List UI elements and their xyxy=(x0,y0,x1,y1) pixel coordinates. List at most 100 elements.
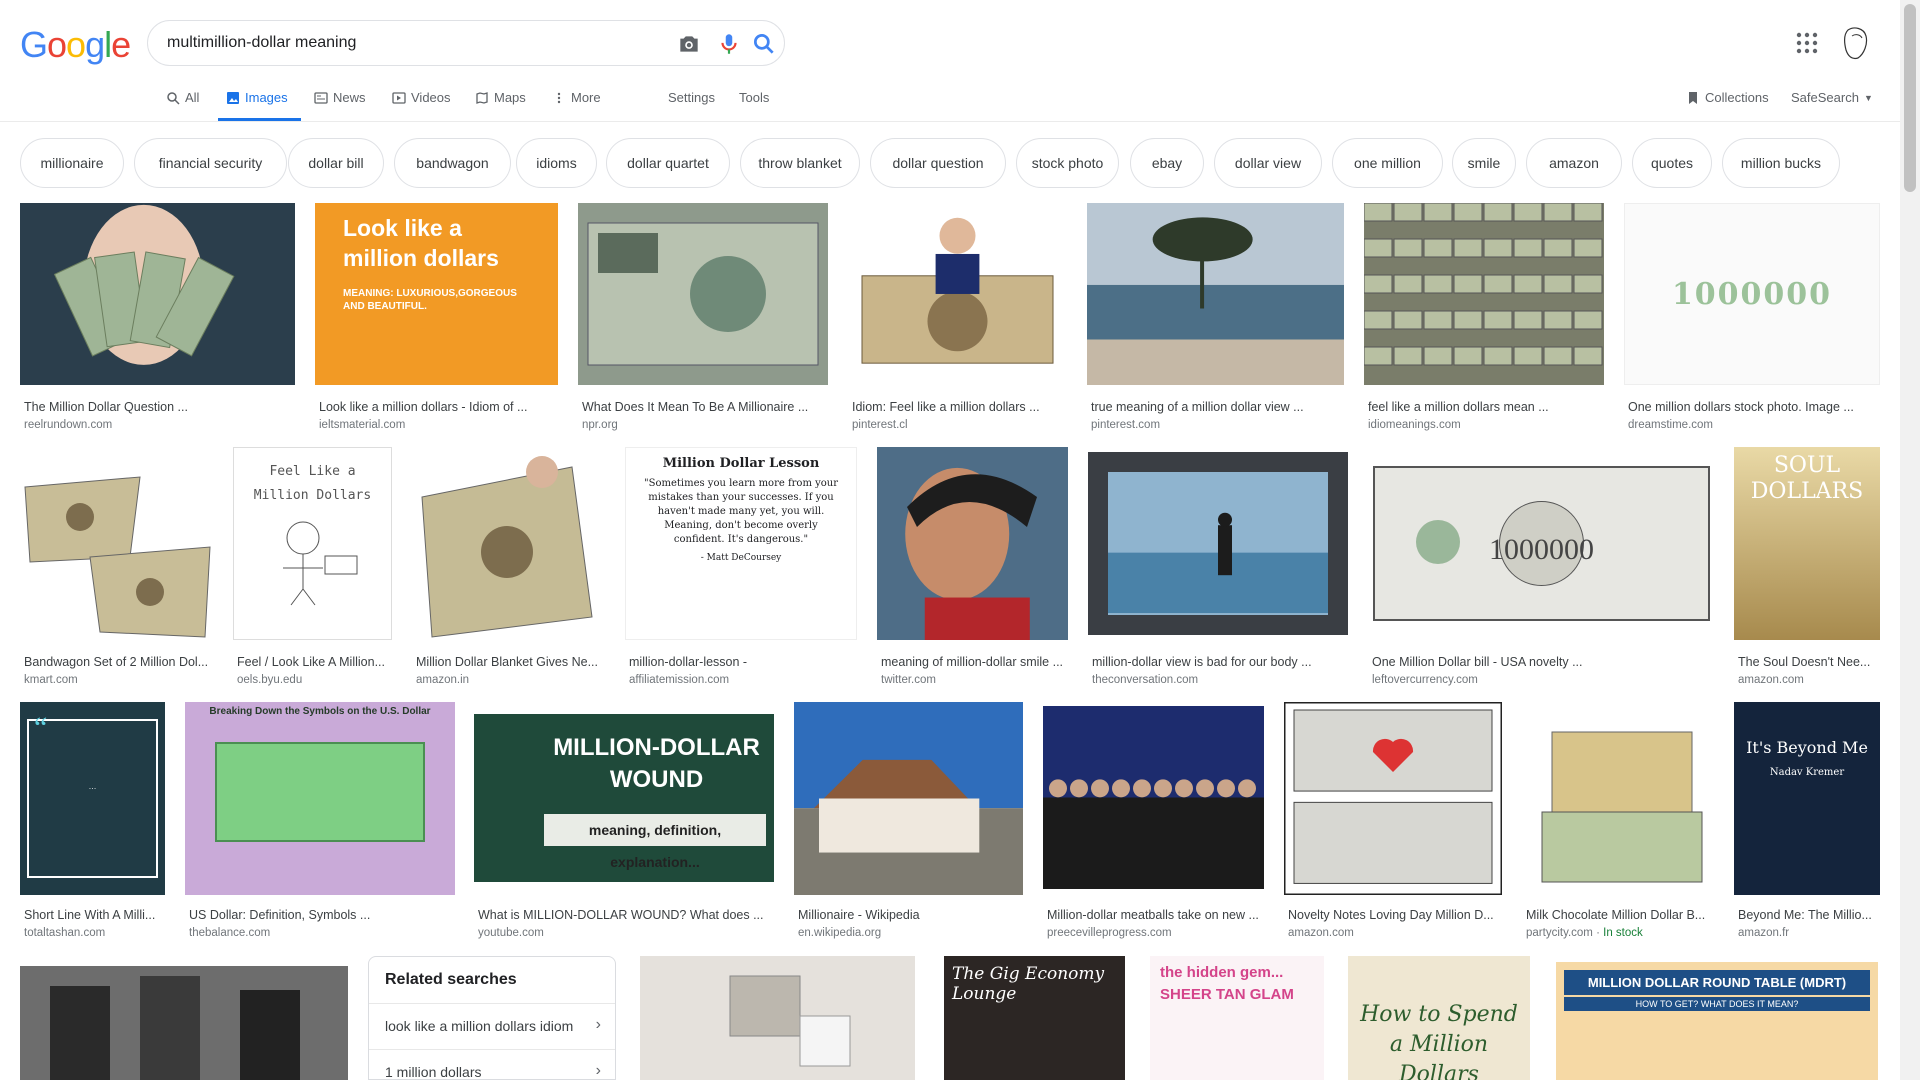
result-caption[interactable]: Million Dollar Blanket Gives Ne... xyxy=(416,655,605,669)
result-thumbnail[interactable]: Feel Like a Million Dollars xyxy=(233,447,392,640)
filter-chip-smile[interactable]: smile xyxy=(1452,138,1516,188)
related-search-item[interactable]: 1 million dollars › xyxy=(369,1049,615,1080)
result-thumbnail[interactable]: Look like a million dollars MEANING: LUXU… xyxy=(315,203,558,385)
filter-chip-dollar-quartet[interactable]: dollar quartet xyxy=(606,138,730,188)
result-thumbnail[interactable] xyxy=(640,956,915,1080)
result-thumbnail[interactable]: MILLION-DOLLAR WOUND meaning, definition,… xyxy=(474,714,774,882)
result-caption[interactable]: Milk Chocolate Million Dollar B... xyxy=(1526,908,1714,922)
result-thumbnail[interactable]: 1000000 xyxy=(1624,203,1880,385)
image-result[interactable]: How to Spend a Million Dollars xyxy=(1348,956,1530,1080)
result-thumbnail[interactable] xyxy=(877,447,1068,640)
result-source: totaltashan.com xyxy=(24,927,106,939)
image-result[interactable]: the hidden gem... SHEER TAN GLAM xyxy=(1150,956,1324,1080)
tab-maps[interactable]: Maps xyxy=(475,90,526,105)
result-thumbnail[interactable] xyxy=(20,203,295,385)
tab-all[interactable]: All xyxy=(166,90,199,105)
result-thumbnail[interactable]: … “ xyxy=(20,702,165,895)
result-thumbnail[interactable] xyxy=(578,203,828,385)
result-caption[interactable]: Look like a million dollars - Idiom of .… xyxy=(319,400,558,414)
filter-chip-one-million[interactable]: one million xyxy=(1332,138,1443,188)
filter-chip-amazon[interactable]: amazon xyxy=(1526,138,1622,188)
google-logo[interactable]: Google xyxy=(20,24,131,66)
scrollbar-thumb[interactable] xyxy=(1904,4,1916,192)
result-caption[interactable]: One Million Dollar bill - USA novelty ..… xyxy=(1372,655,1715,669)
filter-chip-ebay[interactable]: ebay xyxy=(1130,138,1204,188)
tab-tools[interactable]: Tools xyxy=(739,90,769,105)
related-search-item[interactable]: look like a million dollars idiom › xyxy=(369,1003,615,1049)
result-thumbnail[interactable]: How to Spend a Million Dollars xyxy=(1348,956,1530,1080)
tab-settings[interactable]: Settings xyxy=(668,90,715,105)
result-thumbnail[interactable] xyxy=(20,447,213,640)
image-result[interactable] xyxy=(20,966,348,1080)
microphone-icon[interactable] xyxy=(716,31,742,57)
tab-news[interactable]: News xyxy=(314,90,366,105)
search-box[interactable]: multimillion-dollar meaning xyxy=(147,20,785,66)
collections-button[interactable]: Collections xyxy=(1686,90,1769,105)
filter-chip-bandwagon[interactable]: bandwagon xyxy=(394,138,511,188)
result-caption[interactable]: Novelty Notes Loving Day Million D... xyxy=(1288,908,1502,922)
result-caption[interactable]: true meaning of a million dollar view ..… xyxy=(1091,400,1344,414)
map-icon xyxy=(476,91,488,104)
result-caption[interactable]: What Does It Mean To Be A Millionaire ..… xyxy=(582,400,828,414)
result-caption[interactable]: The Soul Doesn't Nee... xyxy=(1738,655,1880,669)
result-thumbnail[interactable] xyxy=(1284,702,1502,895)
thumb-author: - Matt DeCoursey xyxy=(700,553,782,563)
result-thumbnail[interactable]: Million Dollar Lesson "Sometimes you lear… xyxy=(625,447,857,640)
filter-chip-dollar-question[interactable]: dollar question xyxy=(870,138,1006,188)
filter-chip-throw-blanket[interactable]: throw blanket xyxy=(740,138,860,188)
tab-images[interactable]: Images xyxy=(226,90,288,105)
apps-grid-icon[interactable] xyxy=(1796,32,1818,59)
result-thumbnail[interactable] xyxy=(794,702,1023,895)
result-thumbnail[interactable] xyxy=(412,447,605,640)
result-source: thebalance.com xyxy=(189,927,271,939)
result-caption[interactable]: Short Line With A Milli... xyxy=(24,908,165,922)
result-thumbnail[interactable]: SOUL DOLLARS xyxy=(1734,447,1880,640)
result-thumbnail[interactable] xyxy=(1088,452,1348,635)
tab-more[interactable]: More xyxy=(552,90,601,105)
filter-chip-dollar-view[interactable]: dollar view xyxy=(1214,138,1322,188)
result-caption[interactable]: What is MILLION-DOLLAR WOUND? What does … xyxy=(478,908,774,922)
safesearch-button[interactable]: SafeSearch ▼ xyxy=(1791,90,1873,105)
result-caption[interactable]: One million dollars stock photo. Image .… xyxy=(1628,400,1880,414)
camera-icon[interactable] xyxy=(676,31,702,57)
result-thumbnail[interactable]: Breaking Down the Symbols on the U.S. Do… xyxy=(185,702,455,895)
result-thumbnail[interactable]: MILLION DOLLAR ROUND TABLE (MDRT) HOW TO … xyxy=(1556,962,1878,1080)
filter-chip-quotes[interactable]: quotes xyxy=(1632,138,1712,188)
result-caption[interactable]: Million-dollar meatballs take on new ... xyxy=(1047,908,1264,922)
chevron-right-icon: › xyxy=(595,1016,601,1033)
result-caption[interactable]: Millionaire - Wikipedia xyxy=(798,908,1023,922)
filter-chip-stock-photo[interactable]: stock photo xyxy=(1016,138,1119,188)
result-thumbnail[interactable] xyxy=(1043,706,1264,889)
filter-chip-financial-security[interactable]: financial security xyxy=(134,138,287,188)
filter-chip-million-bucks[interactable]: million bucks xyxy=(1722,138,1840,188)
result-thumbnail[interactable] xyxy=(1087,203,1344,385)
result-caption[interactable]: meaning of million-dollar smile ... xyxy=(881,655,1068,669)
result-thumbnail[interactable] xyxy=(1522,702,1714,895)
result-thumbnail[interactable]: It's Beyond Me Nadav Kremer xyxy=(1734,702,1880,895)
avatar[interactable] xyxy=(1840,26,1872,65)
result-caption[interactable]: Idiom: Feel like a million dollars ... xyxy=(852,400,1067,414)
result-thumbnail[interactable] xyxy=(848,203,1067,385)
result-caption[interactable]: Bandwagon Set of 2 Million Dol... xyxy=(24,655,213,669)
result-caption[interactable]: Feel / Look Like A Million... xyxy=(237,655,392,669)
result-thumbnail[interactable]: The Gig Economy Lounge xyxy=(944,956,1125,1080)
search-icon[interactable] xyxy=(751,31,777,57)
result-thumbnail[interactable] xyxy=(1364,203,1604,385)
result-caption[interactable]: The Million Dollar Question ... xyxy=(24,400,295,414)
result-caption[interactable]: million-dollar view is bad for our body … xyxy=(1092,655,1348,669)
result-caption[interactable]: Beyond Me: The Millio... xyxy=(1738,908,1880,922)
result-caption[interactable]: feel like a million dollars mean ... xyxy=(1368,400,1604,414)
filter-chip-idioms[interactable]: idioms xyxy=(516,138,597,188)
result-thumbnail[interactable]: the hidden gem... SHEER TAN GLAM xyxy=(1150,956,1324,1080)
result-thumbnail[interactable]: 1000000 xyxy=(1368,447,1715,640)
tab-videos[interactable]: Videos xyxy=(392,90,451,105)
result-caption[interactable]: million-dollar-lesson - xyxy=(629,655,857,669)
filter-chip-dollar-bill[interactable]: dollar bill xyxy=(288,138,384,188)
result-thumbnail[interactable] xyxy=(20,966,348,1080)
image-result[interactable]: MILLION DOLLAR ROUND TABLE (MDRT) HOW TO … xyxy=(1556,962,1878,1080)
search-input[interactable]: multimillion-dollar meaning xyxy=(167,34,356,52)
filter-chip-millionaire[interactable]: millionaire xyxy=(20,138,124,188)
image-result[interactable] xyxy=(640,956,915,1080)
image-result[interactable]: The Gig Economy Lounge xyxy=(944,956,1125,1080)
result-caption[interactable]: US Dollar: Definition, Symbols ... xyxy=(189,908,455,922)
